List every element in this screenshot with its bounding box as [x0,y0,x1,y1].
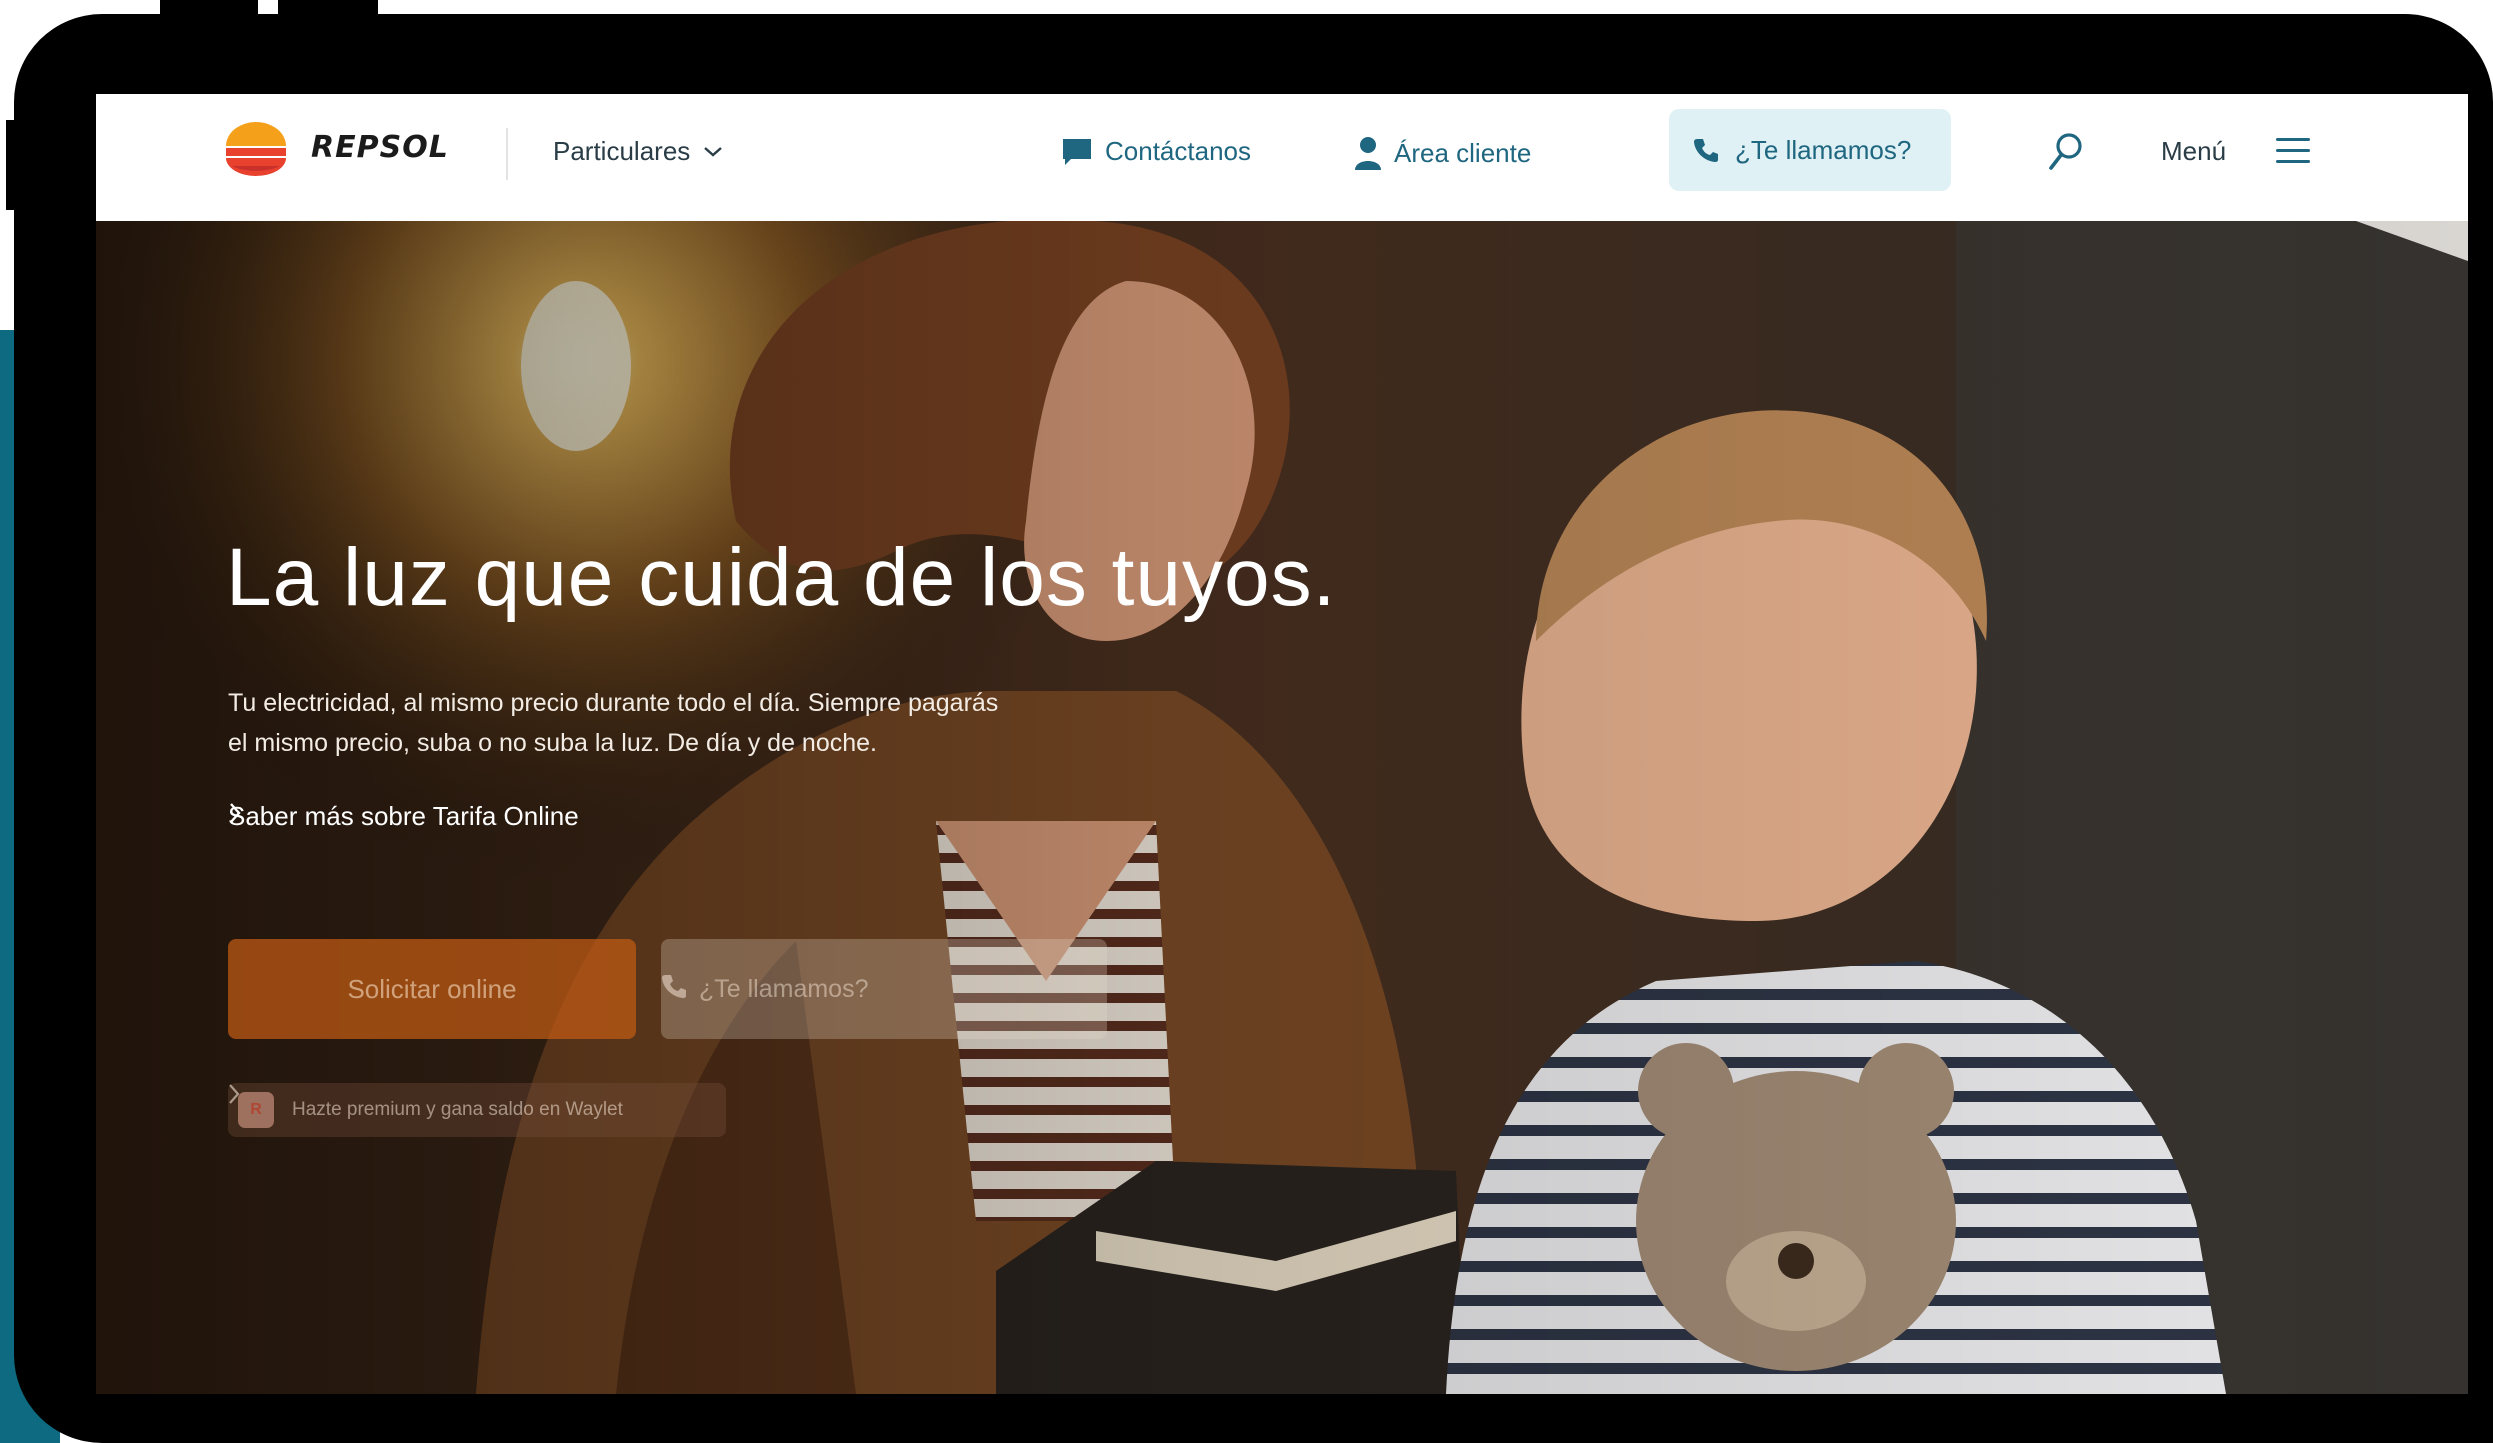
contact-link[interactable]: Contáctanos [1061,136,1251,167]
chevron-down-icon [704,146,723,157]
hero-description: Tu electricidad, al mismo precio durante… [228,683,1128,763]
callme-label: ¿Te llamamos? [1735,134,1912,165]
phone-icon [1694,139,1718,162]
callme-hero-label: ¿Te llamamos? [699,974,869,1003]
chevron-right-icon [229,1084,240,1104]
user-icon [1355,137,1381,170]
brand-wordmark[interactable]: REPSOL [311,130,449,165]
callme-button[interactable]: ¿Te llamamos? [1669,109,1951,191]
browser-viewport: REPSOL Particulares Contáctanos Área cli… [96,94,2468,1394]
client-area-link[interactable]: Área cliente [1354,136,1531,170]
hero-description-line: Tu electricidad, al mismo precio durante… [228,689,999,717]
search-icon[interactable] [2046,130,2086,174]
segment-label: Particulares [553,136,691,166]
hero-headline: La luz que cuida de los tuyos. [226,532,1337,623]
tarifa-more-label: Saber más sobre Tarifa Online [228,801,579,831]
tarifa-more-link[interactable]: Saber más sobre Tarifa Online [228,801,579,832]
site-header: REPSOL Particulares Contáctanos Área cli… [96,94,2468,221]
chevron-right-icon [230,803,241,823]
waylet-promo-label: Hazte premium y gana saldo en Waylet [292,1099,623,1120]
hero-description-line: el mismo precio, suba o no suba la luz. … [228,729,877,757]
client-area-label: Área cliente [1394,137,1532,168]
header-divider [506,128,508,180]
segment-dropdown[interactable]: Particulares [553,136,724,167]
chat-icon [1063,138,1091,165]
request-online-label: Solicitar online [347,973,517,1004]
waylet-badge-icon: R [238,1092,274,1128]
callme-hero-button[interactable]: ¿Te llamamos? [661,939,1107,1039]
contact-label: Contáctanos [1105,136,1251,166]
request-online-button[interactable]: Solicitar online [228,939,636,1039]
phone-icon [662,975,686,998]
waylet-promo-link[interactable]: R Hazte premium y gana saldo en Waylet [228,1083,726,1137]
menu-label[interactable]: Menú [2161,136,2226,167]
tablet-frame: REPSOL Particulares Contáctanos Área cli… [14,14,2493,1443]
hero-banner: La luz que cuida de los tuyos. Tu electr… [96,221,2468,1394]
hamburger-icon[interactable] [2276,138,2310,168]
